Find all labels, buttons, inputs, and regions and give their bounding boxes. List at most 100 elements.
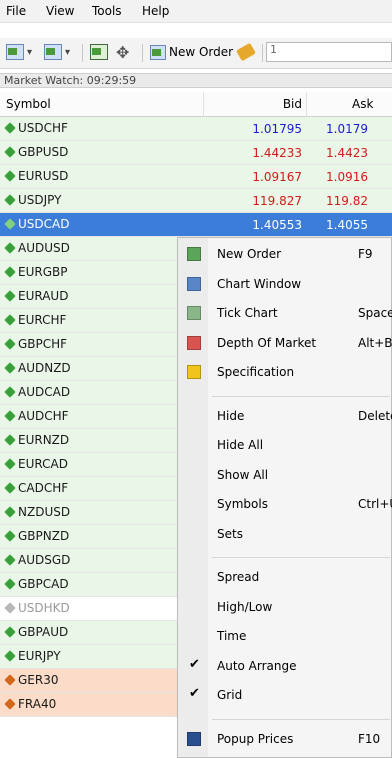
symbol-status-icon xyxy=(4,314,16,326)
table-row[interactable]: USDCHF 1.01795 1.0179 xyxy=(0,117,392,141)
symbol-label: EURCAD xyxy=(18,457,68,471)
menu-tools[interactable]: Tools xyxy=(92,4,122,18)
menu-item-label: Depth Of Market xyxy=(217,335,317,350)
bid-cell: 1.40553 xyxy=(252,218,302,232)
menu-help[interactable]: Help xyxy=(142,4,169,18)
menu-item-specification[interactable]: Specification xyxy=(178,360,392,384)
symbol-label: GBPNZD xyxy=(18,529,70,543)
menu-item-spread[interactable]: Spread xyxy=(178,565,392,589)
column-ask[interactable]: Ask xyxy=(352,97,373,111)
symbol-status-icon xyxy=(4,170,16,182)
symbol-status-icon xyxy=(4,626,16,638)
symbol-status-icon xyxy=(4,386,16,398)
symbol-label: EURAUD xyxy=(18,289,69,303)
symbol-label: AUDUSD xyxy=(18,241,70,255)
column-bid[interactable]: Bid xyxy=(283,97,302,111)
menu-item-label: Auto Arrange xyxy=(217,658,297,673)
symbol-cell: GBPNZD xyxy=(4,529,70,543)
menu-item-time[interactable]: Time xyxy=(178,624,392,648)
menu-item-popup-prices[interactable]: Popup Prices F10 xyxy=(178,727,392,751)
menu-file[interactable]: File xyxy=(6,4,26,18)
ask-cell: 1.4423 xyxy=(326,146,368,160)
menu-bar: File View Tools Help xyxy=(0,0,392,23)
menu-item-grid[interactable]: ✔ Grid xyxy=(178,683,392,707)
menu-item-depth-of-market[interactable]: Depth Of Market Alt+B xyxy=(178,331,392,355)
menu-item-hide[interactable]: Hide Delete xyxy=(178,404,392,428)
bid-cell: 119.827 xyxy=(252,194,302,208)
symbol-cell: AUDSGD xyxy=(4,553,71,567)
symbol-cell: EURJPY xyxy=(4,649,61,663)
column-symbol[interactable]: Symbol xyxy=(6,97,51,111)
table-row[interactable]: USDJPY 119.827 119.82 xyxy=(0,189,392,213)
checkmark-icon: ✔ xyxy=(189,656,200,672)
menu-item-show-all[interactable]: Show All xyxy=(178,463,392,487)
symbol-status-icon xyxy=(4,434,16,446)
menu-item-hide-all[interactable]: Hide All xyxy=(178,433,392,457)
market-watch-button[interactable] xyxy=(90,42,108,62)
symbol-cell: USDCHF xyxy=(4,121,68,135)
symbol-label: USDCAD xyxy=(18,217,70,231)
symbol-cell: AUDUSD xyxy=(4,241,70,255)
navigator-button[interactable]: ✥ xyxy=(116,42,129,62)
menu-item-chart-window[interactable]: Chart Window xyxy=(178,272,392,296)
menu-item-label: Specification xyxy=(217,365,295,379)
symbol-cell: GBPUSD xyxy=(4,145,68,159)
table-row[interactable]: USDCAD 1.40553 1.4055 xyxy=(0,213,392,237)
symbol-label: AUDSGD xyxy=(18,553,71,567)
menu-item-high-low[interactable]: High/Low xyxy=(178,595,392,619)
symbol-cell: GBPCHF xyxy=(4,337,67,351)
menu-item-label: Chart Window xyxy=(217,276,302,291)
ask-cell: 1.0916 xyxy=(326,170,368,184)
menu-item-auto-arrange[interactable]: ✔ Auto Arrange xyxy=(178,654,392,678)
menu-item-shortcut: Alt+B xyxy=(358,335,392,350)
symbol-cell: GER30 xyxy=(4,673,59,687)
ask-cell: 1.4055 xyxy=(326,218,368,232)
toolbar-separator xyxy=(142,44,143,62)
specification-icon xyxy=(187,365,201,379)
profiles-icon xyxy=(44,44,62,60)
symbol-status-icon xyxy=(4,554,16,566)
menu-item-shortcut: Space xyxy=(358,306,392,320)
toolbar-separator xyxy=(262,44,263,62)
symbol-cell: GBPAUD xyxy=(4,625,69,639)
menu-item-symbols[interactable]: Symbols Ctrl+U xyxy=(178,492,392,516)
menu-view[interactable]: View xyxy=(46,4,74,18)
toolbar-input[interactable]: 1 xyxy=(266,42,392,62)
menu-item-label: Symbols xyxy=(217,497,268,511)
symbol-cell: USDJPY xyxy=(4,193,62,207)
symbol-status-icon xyxy=(4,338,16,350)
symbol-cell: FRA40 xyxy=(4,697,56,711)
symbol-status-icon xyxy=(4,602,16,614)
menu-separator xyxy=(212,718,390,720)
new-chart-button[interactable]: ▾ xyxy=(6,42,32,62)
menu-item-sets[interactable]: Sets xyxy=(178,522,392,546)
symbol-status-icon xyxy=(4,650,16,662)
menu-separator xyxy=(212,395,390,397)
symbol-label: GER30 xyxy=(18,673,59,687)
symbol-cell: EURCAD xyxy=(4,457,68,471)
menu-item-tick-chart[interactable]: Tick Chart Space xyxy=(178,301,392,325)
menu-item-label: Grid xyxy=(217,688,243,702)
symbol-label: USDCHF xyxy=(18,121,68,135)
menu-item-label: Spread xyxy=(217,570,260,584)
menu-item-shortcut: F9 xyxy=(358,247,373,261)
new-order-label: New Order xyxy=(169,45,234,59)
table-row[interactable]: GBPUSD 1.44233 1.4423 xyxy=(0,141,392,165)
menu-item-label: New Order xyxy=(217,247,282,261)
menu-item-shortcut: Delete xyxy=(358,408,392,423)
symbol-label: USDJPY xyxy=(18,193,62,207)
symbol-label: USDHKD xyxy=(18,601,70,615)
symbol-label: NZDUSD xyxy=(18,505,71,519)
expert-button[interactable] xyxy=(236,42,256,62)
profiles-button[interactable]: ▾ xyxy=(44,42,70,62)
symbol-cell: EURUSD xyxy=(4,169,68,183)
checkmark-icon: ✔ xyxy=(189,686,200,701)
toolbar: ▾ ▾ ✥ New Order 1 xyxy=(0,38,392,69)
menu-item-new-order[interactable]: New Order F9 xyxy=(178,242,392,266)
symbol-label: AUDCHF xyxy=(18,409,69,423)
symbol-label: GBPAUD xyxy=(18,625,69,639)
symbol-label: EURJPY xyxy=(18,649,61,663)
new-order-button[interactable]: New Order xyxy=(150,42,233,62)
market-watch-icon xyxy=(90,44,108,60)
table-row[interactable]: EURUSD 1.09167 1.0916 xyxy=(0,165,392,189)
